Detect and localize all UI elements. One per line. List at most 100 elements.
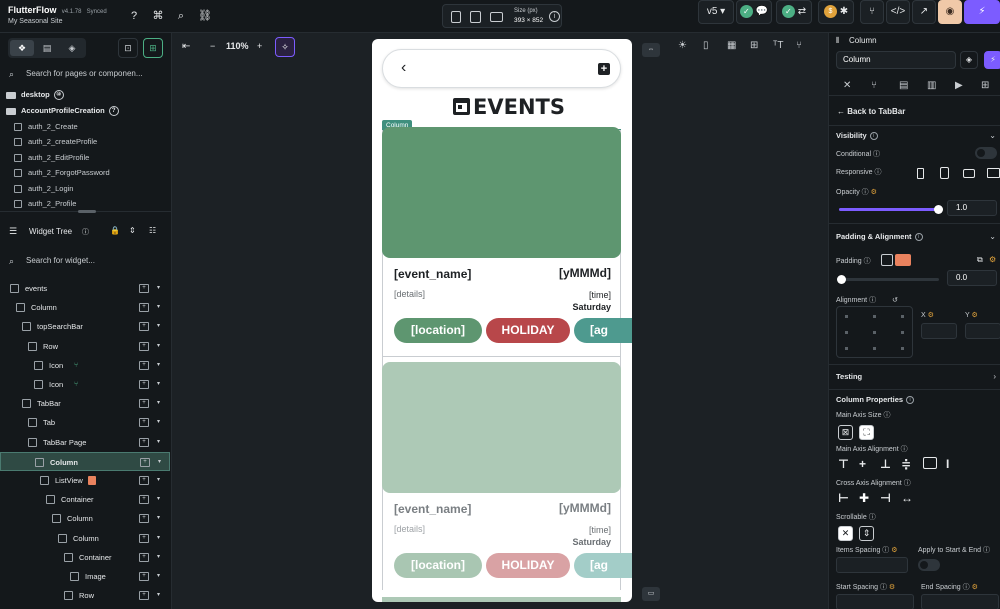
page-item[interactable]: auth_2_ForgotPassword bbox=[14, 168, 110, 178]
panel-splitter[interactable] bbox=[0, 210, 172, 213]
chevron-down-icon[interactable]: ▾ bbox=[157, 279, 160, 298]
open-external-icon[interactable]: ↗ bbox=[912, 0, 936, 24]
backend-query-tab-icon[interactable]: ▤ bbox=[899, 80, 908, 91]
alignment-grid[interactable] bbox=[836, 306, 913, 358]
chevron-down-icon[interactable]: ▾ bbox=[157, 337, 160, 356]
run-lightning-icon[interactable]: ⚡ bbox=[964, 0, 1000, 24]
add-child-icon[interactable]: + bbox=[139, 572, 149, 581]
tree-node[interactable]: TabBar + ▾ bbox=[0, 394, 170, 413]
tree-node[interactable]: Row + ▾ bbox=[0, 586, 170, 605]
add-child-icon[interactable]: + bbox=[139, 514, 149, 524]
align-dot[interactable] bbox=[873, 347, 876, 350]
x-input[interactable] bbox=[921, 323, 957, 339]
theme-toggle-icon[interactable]: ☀ bbox=[678, 40, 687, 51]
calculator-icon[interactable]: ▦ bbox=[727, 40, 736, 51]
info-icon[interactable]: ⓘ bbox=[82, 227, 89, 237]
pages-tab-icon[interactable]: ❖ bbox=[10, 40, 34, 56]
check-chat-button[interactable]: ✓ 💬 bbox=[736, 0, 772, 24]
folder-account-profile-creation[interactable]: AccountProfileCreation? bbox=[6, 106, 119, 117]
chevron-down-icon[interactable]: ▾ bbox=[158, 453, 161, 472]
holiday-chip[interactable]: HOLIDAY bbox=[486, 553, 570, 578]
items-spacing-input[interactable] bbox=[836, 557, 908, 573]
new-folder-icon[interactable]: ⊡ bbox=[118, 38, 138, 58]
column-properties-section[interactable]: Column Properties i bbox=[836, 395, 915, 405]
page-item[interactable]: auth_2_Profile bbox=[14, 199, 76, 209]
grid-icon[interactable]: ⊞ bbox=[750, 40, 758, 51]
tree-node[interactable]: Icon ⑂ + ▾ bbox=[0, 356, 170, 375]
properties-tab-icon[interactable]: ✕ bbox=[843, 80, 851, 91]
add-child-icon[interactable]: + bbox=[139, 437, 149, 447]
add-child-icon[interactable]: + bbox=[139, 591, 149, 601]
space-evenly-icon[interactable]: I bbox=[946, 457, 949, 471]
top-search-bar[interactable]: ‹ + bbox=[382, 49, 621, 88]
tree-node[interactable]: ListView + ▾ bbox=[0, 471, 170, 490]
age-chip[interactable]: [ag bbox=[574, 318, 632, 343]
padding-slider-knob[interactable] bbox=[837, 275, 846, 284]
resize-handle-icon[interactable]: ⇔ bbox=[642, 43, 660, 57]
padding-input[interactable]: 0.0 bbox=[947, 270, 997, 286]
space-between-icon[interactable]: ≑ bbox=[901, 457, 911, 471]
size-value[interactable]: 393 × 852 bbox=[514, 17, 543, 24]
back-arrow-icon[interactable]: ‹ bbox=[401, 59, 406, 77]
location-chip[interactable]: [location] bbox=[394, 553, 482, 578]
tree-node[interactable]: Image + ▾ bbox=[0, 567, 170, 586]
chevron-down-icon[interactable]: ▾ bbox=[157, 317, 160, 336]
add-child-icon[interactable]: + bbox=[139, 476, 149, 485]
phone-device-icon[interactable] bbox=[451, 11, 461, 23]
opacity-slider[interactable] bbox=[839, 205, 943, 214]
scroll-bottom-icon[interactable]: ▭ bbox=[642, 587, 660, 601]
align-dot[interactable] bbox=[845, 331, 848, 334]
add-child-icon[interactable]: + bbox=[139, 303, 149, 313]
filter-icon[interactable]: ☷ bbox=[149, 226, 156, 235]
not-scrollable-icon[interactable]: ✕ bbox=[838, 526, 853, 541]
version-select[interactable]: v5 ▾ bbox=[698, 0, 734, 24]
tree-node[interactable]: Column + ▾ bbox=[0, 298, 170, 317]
tree-node[interactable]: Icon ⑂ + ▾ bbox=[0, 375, 170, 394]
tablet-device-icon[interactable] bbox=[470, 11, 481, 23]
chevron-down-icon[interactable]: ▾ bbox=[157, 298, 160, 317]
chevron-down-icon[interactable]: ▾ bbox=[157, 586, 160, 605]
add-child-icon[interactable]: + bbox=[139, 360, 149, 370]
gem-icon[interactable]: ◈ bbox=[960, 51, 978, 69]
cross-start-icon[interactable]: ⊢ bbox=[838, 491, 849, 505]
add-child-icon[interactable]: + bbox=[139, 533, 149, 543]
chevron-down-icon[interactable]: ▾ bbox=[157, 529, 160, 548]
help-icon[interactable]: ? bbox=[127, 9, 141, 23]
holiday-chip[interactable]: HOLIDAY bbox=[486, 318, 570, 343]
preview-eye-icon[interactable]: ◉ bbox=[938, 0, 962, 24]
lightning-icon[interactable]: ⚡ bbox=[984, 51, 1000, 69]
chevron-down-icon[interactable]: ▾ bbox=[157, 490, 160, 509]
add-child-icon[interactable]: + bbox=[139, 418, 149, 428]
conditional-toggle[interactable] bbox=[975, 147, 997, 159]
align-dot[interactable] bbox=[845, 315, 848, 318]
check-sync-button[interactable]: ✓ ⇄ bbox=[776, 0, 812, 24]
tree-node[interactable]: Column + ▾ bbox=[0, 509, 170, 528]
chevron-down-icon[interactable]: ▾ bbox=[157, 567, 160, 586]
lock-icon[interactable]: 🔒 bbox=[110, 226, 120, 235]
cross-end-icon[interactable]: ⊣ bbox=[880, 491, 891, 505]
padding-alignment-section[interactable]: Padding & Alignment i bbox=[836, 232, 923, 242]
chevron-down-icon[interactable]: ▾ bbox=[157, 356, 160, 375]
theme-tab-icon[interactable]: ◈ bbox=[60, 40, 84, 56]
align-dot[interactable] bbox=[845, 347, 848, 350]
code-icon[interactable]: </> bbox=[886, 0, 910, 24]
page-item[interactable]: auth_2_EditProfile bbox=[14, 153, 89, 163]
tree-node[interactable]: Column + ▾ bbox=[0, 451, 170, 472]
settings-icon[interactable]: ⚙ bbox=[989, 255, 996, 264]
page-item[interactable]: auth_2_Create bbox=[14, 122, 78, 132]
tree-node[interactable]: topSearchBar + ▾ bbox=[0, 317, 170, 336]
phone-preview-icon[interactable]: ▯ bbox=[703, 40, 709, 51]
location-chip[interactable]: [location] bbox=[394, 318, 482, 343]
chevron-down-icon[interactable]: ▾ bbox=[157, 509, 160, 528]
expand-icon[interactable]: ⇕ bbox=[129, 226, 136, 235]
align-center-icon[interactable]: + bbox=[859, 457, 866, 471]
age-chip[interactable]: [ag bbox=[574, 553, 632, 578]
tree-node[interactable]: Container + ▾ bbox=[0, 490, 170, 509]
add-child-icon[interactable]: + bbox=[139, 399, 149, 409]
add-child-icon[interactable]: + bbox=[139, 341, 149, 351]
storyboard-tab-icon[interactable]: ▤ bbox=[35, 40, 59, 56]
folder-desktop[interactable]: desktop ⑩ bbox=[6, 90, 64, 101]
chevron-down-icon[interactable]: ▾ bbox=[157, 375, 160, 394]
command-icon[interactable]: ⌘ bbox=[151, 9, 165, 23]
tree-node[interactable]: Column + ▾ bbox=[0, 529, 170, 548]
